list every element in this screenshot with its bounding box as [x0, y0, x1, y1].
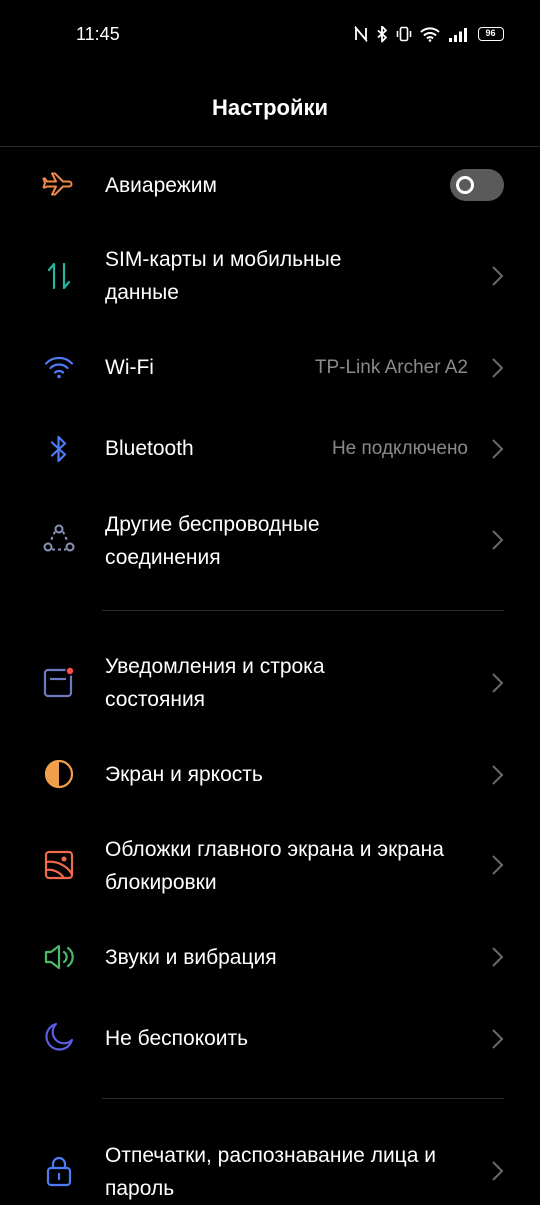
airplane-mode-toggle[interactable]: [450, 169, 504, 201]
chevron-right-icon: [490, 853, 504, 877]
settings-item-label: Отпечатки, распознавание лица и пароль: [105, 1144, 436, 1200]
chevron-right-icon: [490, 1159, 504, 1183]
chevron-right-icon: [490, 356, 504, 380]
settings-item-label: Уведомления и строка состояния: [105, 655, 325, 711]
notification-icon: [42, 666, 76, 700]
settings-item-sound[interactable]: Звуки и вибрация: [0, 916, 540, 998]
sound-icon: [42, 940, 76, 974]
toggle-knob: [456, 176, 474, 194]
mobile-data-icon: [42, 259, 76, 293]
nfc-icon: [354, 26, 368, 42]
airplane-icon: [42, 168, 76, 202]
moon-icon: [42, 1020, 76, 1054]
chevron-right-icon: [490, 264, 504, 288]
chevron-right-icon: [490, 1027, 504, 1051]
settings-item-label: Обложки главного экрана и экрана блокиро…: [105, 838, 444, 894]
bluetooth-icon: [376, 25, 388, 43]
wifi-network-name: TP-Link Archer A2: [314, 357, 468, 378]
settings-item-label: Авиарежим: [105, 174, 217, 197]
settings-item-notifications[interactable]: Уведомления и строка состояния: [0, 632, 540, 734]
settings-item-wifi[interactable]: Wi-Fi TP-Link Archer A2: [0, 328, 540, 408]
section-divider: [102, 1098, 504, 1099]
settings-item-airplane-mode[interactable]: Авиарежим: [0, 148, 540, 223]
page-title: Настройки: [211, 95, 329, 120]
settings-item-label: SIM-карты и мобильные данные: [105, 248, 342, 304]
brightness-icon: [42, 757, 76, 791]
settings-item-label: Звуки и вибрация: [105, 946, 277, 969]
settings-item-label: Другие беспроводные соединения: [105, 513, 320, 569]
bluetooth-status: Не подключено: [331, 438, 468, 459]
chevron-right-icon: [490, 528, 504, 552]
vibrate-icon: [396, 26, 412, 42]
wifi-icon: [420, 26, 440, 42]
chevron-right-icon: [490, 763, 504, 787]
lock-icon: [42, 1154, 76, 1188]
settings-item-sim-cards[interactable]: SIM-карты и мобильные данные: [0, 223, 540, 328]
wallpaper-icon: [42, 848, 76, 882]
chevron-right-icon: [490, 437, 504, 461]
wifi-icon: [42, 351, 76, 385]
settings-item-do-not-disturb[interactable]: Не беспокоить: [0, 998, 540, 1080]
bluetooth-icon: [42, 432, 76, 466]
signal-icon: [448, 27, 470, 42]
chevron-right-icon: [490, 671, 504, 695]
battery-level: 96: [485, 28, 496, 38]
settings-item-label: Не беспокоить: [105, 1027, 249, 1050]
battery-icon: 96: [478, 27, 504, 41]
settings-item-label: Экран и яркость: [105, 763, 263, 786]
status-bar: 11:45 96: [0, 0, 540, 70]
settings-item-other-wireless[interactable]: Другие беспроводные соединения: [0, 490, 540, 590]
settings-item-security[interactable]: Отпечатки, распознавание лица и пароль: [0, 1120, 540, 1200]
chevron-right-icon: [490, 945, 504, 969]
status-icons: 96: [354, 24, 504, 44]
settings-item-display[interactable]: Экран и яркость: [0, 734, 540, 814]
connections-icon: [42, 522, 76, 556]
section-divider: [102, 610, 504, 611]
settings-item-wallpapers[interactable]: Обложки главного экрана и экрана блокиро…: [0, 814, 540, 916]
settings-item-bluetooth[interactable]: Bluetooth Не подключено: [0, 408, 540, 490]
header: Настройки: [0, 70, 540, 147]
status-time: 11:45: [76, 24, 120, 44]
